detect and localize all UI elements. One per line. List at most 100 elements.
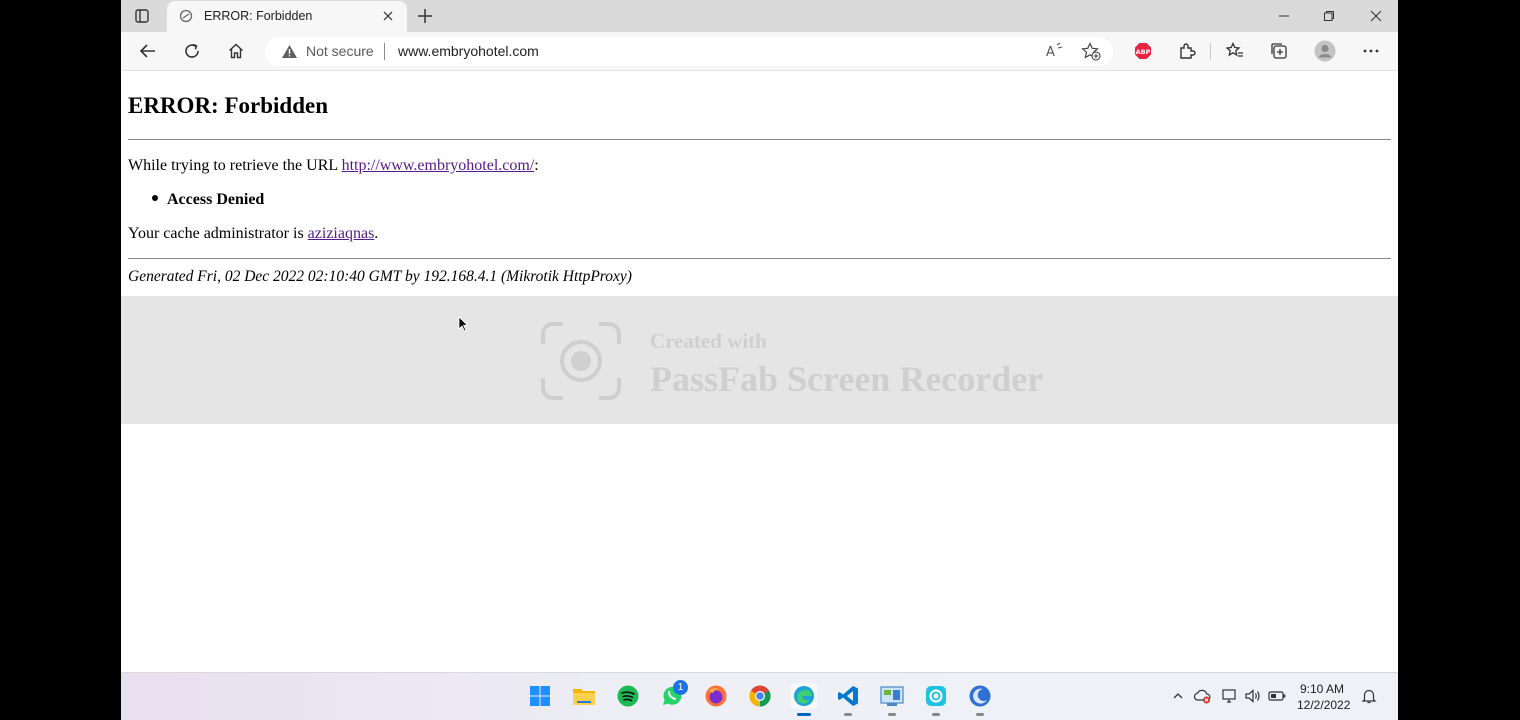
tab-actions-button[interactable] <box>131 6 153 26</box>
running-indicator <box>976 713 984 716</box>
tray-battery[interactable] <box>1268 687 1286 705</box>
taskbar-screen-recorder[interactable] <box>923 683 949 716</box>
url-text[interactable]: www.embryohotel.com <box>398 43 539 59</box>
chrome-icon <box>749 685 771 707</box>
retrieve-url-paragraph: While trying to retrieve the URL http://… <box>128 157 539 175</box>
tab-close-icon[interactable] <box>381 9 395 23</box>
watermark-line1: Created with <box>650 329 767 353</box>
edge-icon <box>794 686 814 706</box>
tab-active[interactable]: ERROR: Forbidden <box>167 1 407 32</box>
bullet-icon <box>152 195 158 202</box>
cloud-error-icon <box>1193 689 1211 704</box>
broken-page-icon <box>179 9 193 23</box>
back-arrow-icon <box>139 44 155 58</box>
active-indicator <box>797 713 811 716</box>
taskbar-app[interactable] <box>967 683 993 716</box>
taskbar: 1 9:10 AM 12/2/2022 <box>121 672 1398 720</box>
tray-volume[interactable] <box>1244 687 1262 705</box>
extensions-button[interactable] <box>1175 40 1199 62</box>
running-indicator <box>844 713 852 716</box>
tab-title: ERROR: Forbidden <box>204 9 313 23</box>
screen: ERROR: Forbidden Not secure www.embryoho… <box>121 0 1398 720</box>
retrieve-prefix: While trying to retrieve the URL <box>128 157 342 174</box>
windows-logo-icon <box>530 686 550 706</box>
notifications-button[interactable] <box>1360 687 1378 705</box>
more-dots-icon <box>1363 49 1379 53</box>
taskbar-control-panel[interactable] <box>879 683 905 716</box>
folder-icon <box>573 689 595 705</box>
firefox-icon <box>705 685 727 707</box>
tray-onedrive[interactable] <box>1193 687 1211 705</box>
watermark-line2: PassFab Screen Recorder <box>650 359 1044 399</box>
refresh-button[interactable] <box>180 40 204 62</box>
moon-app-icon <box>969 685 991 707</box>
collections-icon <box>1271 43 1287 59</box>
svg-text:ABP: ABP <box>1136 48 1151 56</box>
collections-button[interactable] <box>1267 40 1291 62</box>
close-icon <box>1370 10 1382 22</box>
minimize-icon <box>1279 15 1289 17</box>
taskbar-vscode[interactable] <box>835 683 861 716</box>
warning-icon[interactable] <box>281 44 298 59</box>
vscode-icon <box>838 686 858 706</box>
retrieve-suffix: : <box>534 157 539 174</box>
taskbar-start[interactable] <box>527 683 553 709</box>
clock-time: 9:10 AM <box>1299 682 1344 696</box>
tab-strip: ERROR: Forbidden <box>121 0 1398 32</box>
requested-url-link[interactable]: http://www.embryohotel.com/ <box>342 157 535 174</box>
admin-paragraph: Your cache administrator is aziziaqnas. <box>128 225 378 243</box>
taskbar-whatsapp[interactable]: 1 <box>659 680 688 709</box>
taskbar-spotify[interactable] <box>615 683 641 709</box>
abp-icon: ABP <box>1135 43 1151 59</box>
svg-text:A: A <box>1046 45 1055 60</box>
close-window-button[interactable] <box>1366 6 1386 26</box>
restore-icon <box>1324 11 1334 21</box>
settings-menu-button[interactable] <box>1359 40 1383 62</box>
new-tab-icon[interactable] <box>415 6 435 26</box>
puzzle-icon <box>1180 43 1196 59</box>
address-separator <box>384 43 385 60</box>
camera-logo-icon <box>541 322 621 400</box>
tab-actions-icon <box>135 9 149 23</box>
home-icon <box>229 43 243 59</box>
add-favorite-icon[interactable] <box>1081 42 1101 61</box>
taskbar-edge[interactable] <box>791 683 817 716</box>
generated-footer: Generated Fri, 02 Dec 2022 02:10:40 GMT … <box>128 268 632 285</box>
divider <box>128 139 1391 140</box>
notification-bell-icon <box>1361 689 1377 704</box>
page-content: ERROR: Forbidden While trying to retriev… <box>121 71 1398 672</box>
running-indicator <box>888 713 896 716</box>
avatar-icon <box>1314 40 1336 62</box>
control-panel-icon <box>880 686 904 706</box>
access-denied-text: Access Denied <box>167 191 265 208</box>
taskbar-chrome[interactable] <box>747 683 773 709</box>
home-button[interactable] <box>224 40 248 62</box>
clock[interactable]: 9:10 AM 12/2/2022 <box>1297 681 1351 713</box>
favorites-button[interactable] <box>1223 40 1247 62</box>
list-item: Access Denied <box>152 191 264 209</box>
notification-badge: 1 <box>673 680 688 695</box>
admin-link[interactable]: aziziaqnas <box>308 225 375 242</box>
profile-button[interactable] <box>1313 40 1337 62</box>
recorder-watermark: Created with PassFab Screen Recorder <box>121 296 1398 424</box>
tray-network[interactable] <box>1220 687 1238 705</box>
taskbar-file-explorer[interactable] <box>571 683 597 709</box>
favorites-icon <box>1226 42 1243 57</box>
address-bar[interactable]: Not secure www.embryohotel.com A <box>265 37 1113 66</box>
back-button[interactable] <box>136 40 160 62</box>
browser-toolbar: Not secure www.embryohotel.com A ABP <box>121 32 1398 71</box>
restore-button[interactable] <box>1319 6 1339 26</box>
show-hidden-icons-button[interactable] <box>1169 687 1187 705</box>
speaker-icon <box>1245 689 1260 703</box>
minimize-button[interactable] <box>1274 6 1294 26</box>
adblock-extension-button[interactable]: ABP <box>1131 40 1155 62</box>
clock-date: 12/2/2022 <box>1297 698 1351 712</box>
admin-prefix: Your cache administrator is <box>128 225 308 242</box>
admin-suffix: . <box>374 225 379 242</box>
security-label[interactable]: Not secure <box>306 43 374 59</box>
taskbar-firefox[interactable] <box>703 683 729 709</box>
spotify-icon <box>617 685 639 707</box>
battery-icon <box>1268 691 1286 701</box>
read-aloud-icon[interactable]: A <box>1045 42 1065 60</box>
recorder-icon <box>926 686 946 706</box>
